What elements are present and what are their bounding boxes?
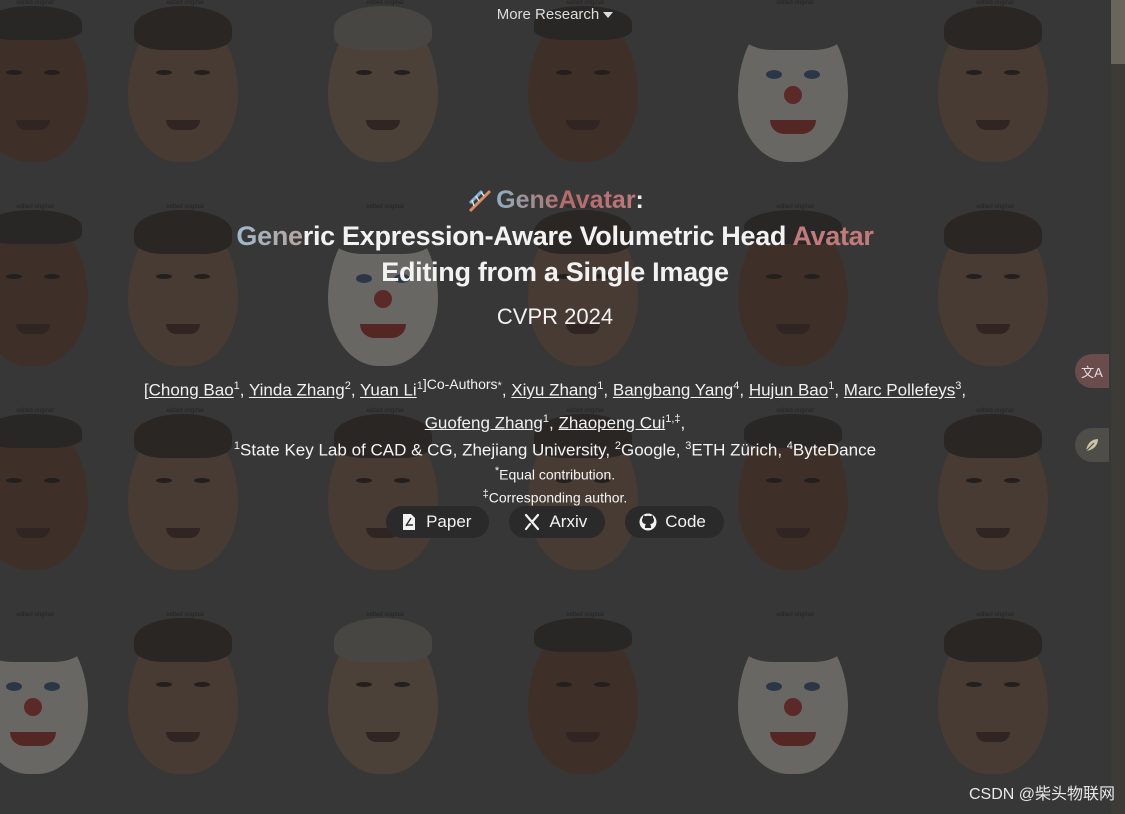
author-affil-sup: 4: [733, 380, 740, 392]
leaf-icon: [1085, 439, 1098, 452]
extension-leaf-icon[interactable]: [1075, 428, 1109, 462]
author-link-guofeng-zhang[interactable]: Guofeng Zhang: [425, 413, 543, 432]
more-research-label: More Research: [496, 6, 600, 23]
author-link-yinda-zhang[interactable]: Yinda Zhang: [249, 381, 345, 400]
author-affil-sup: 1: [828, 380, 835, 392]
scrollbar-thumb[interactable]: [1111, 0, 1125, 64]
watermark: CSDN @柴头物联网: [968, 786, 1115, 803]
affiliation-eth: ETH Zürich,: [691, 440, 787, 460]
author-line-1: [Chong Bao1, Yinda Zhang2, Yuan Li1]Co-A…: [143, 376, 967, 400]
paper-title-line-2: Editing from a Single Image: [381, 257, 729, 287]
equal-contribution-text: Equal contribution.: [499, 466, 616, 483]
author-affil-sup: 2: [344, 380, 351, 392]
author-affil-sup: 1: [542, 412, 549, 425]
scrollbar[interactable]: [1111, 0, 1125, 814]
author-line-2: Guofeng Zhang1, Zhaopeng Cui1,‡,: [424, 412, 686, 433]
arxiv-icon: [525, 513, 540, 531]
code-button-label: Code: [665, 512, 706, 531]
translate-glyph: 文A: [1081, 364, 1103, 380]
project-colon: :: [635, 186, 644, 214]
author-link-hujun-bao[interactable]: Hujun Bao: [749, 381, 828, 400]
link-buttons: Paper Arxiv Code: [0, 506, 1110, 538]
code-button[interactable]: Code: [625, 506, 724, 538]
github-icon: [639, 513, 657, 531]
paper-title-line-1: Generic Expression-Aware Volumetric Head…: [0, 218, 1110, 254]
pdf-icon: [403, 514, 416, 530]
project-logo-line: GeneAvatar:: [0, 182, 1110, 218]
author-link-zhaopeng-cui[interactable]: Zhaopeng Cui: [558, 413, 665, 432]
more-research-dropdown[interactable]: More Research: [497, 6, 614, 23]
author-affil-sup: 1: [597, 380, 604, 392]
corresponding-author-text: Corresponding author.: [488, 489, 628, 506]
translate-icon[interactable]: 文A: [1075, 354, 1109, 388]
arxiv-button[interactable]: Arxiv: [509, 506, 606, 538]
affiliation-line: 1State Key Lab of CAD & CG, Zhejiang Uni…: [0, 440, 1110, 461]
hero-section: GeneAvatar: Generic Expression-Aware Vol…: [0, 182, 1110, 330]
project-name: GeneAvatar: [496, 186, 636, 214]
author-link-marc-pollefeys[interactable]: Marc Pollefeys: [844, 381, 955, 400]
co-authors-sup: *: [497, 380, 502, 392]
venue-label: CVPR 2024: [496, 304, 614, 329]
author-affil-sup: 1: [233, 380, 240, 392]
author-list: [Chong Bao1, Yinda Zhang2, Yuan Li1]Co-A…: [0, 370, 1110, 437]
paper-button[interactable]: Paper: [386, 506, 490, 538]
author-affil-sup: 3: [955, 380, 962, 392]
title-gene-highlight: Gene: [236, 221, 303, 251]
author-link-bangbang-yang[interactable]: Bangbang Yang: [613, 381, 733, 400]
author-affil-sup: 1,‡: [665, 412, 681, 425]
author-link-chong-bao[interactable]: Chong Bao: [149, 381, 234, 400]
affiliation-bytedance: ByteDance: [792, 440, 877, 460]
affiliations: 1State Key Lab of CAD & CG, Zhejiang Uni…: [0, 440, 1110, 508]
affiliation-google: Google,: [620, 440, 686, 460]
paper-button-label: Paper: [426, 512, 472, 531]
caret-down-icon: [603, 12, 614, 19]
arxiv-button-label: Arxiv: [549, 512, 588, 531]
title-line-1-text: ric Expression-Aware Volumetric Head: [302, 221, 793, 251]
author-link-xiyu-zhang[interactable]: Xiyu Zhang: [511, 381, 597, 400]
co-authors-label: ]Co-Authors: [422, 376, 498, 392]
top-navigation: More Research: [0, 6, 1110, 24]
title-avatar-highlight: Avatar: [792, 221, 874, 251]
dna-icon: [469, 190, 492, 213]
corresponding-author-note: ‡Corresponding author.: [0, 484, 1110, 508]
equal-contribution-note: *Equal contribution.: [0, 461, 1110, 485]
affiliation-zju: State Key Lab of CAD & CG, Zhejiang Univ…: [240, 440, 615, 460]
author-link-yuan-li[interactable]: Yuan Li: [360, 381, 417, 400]
